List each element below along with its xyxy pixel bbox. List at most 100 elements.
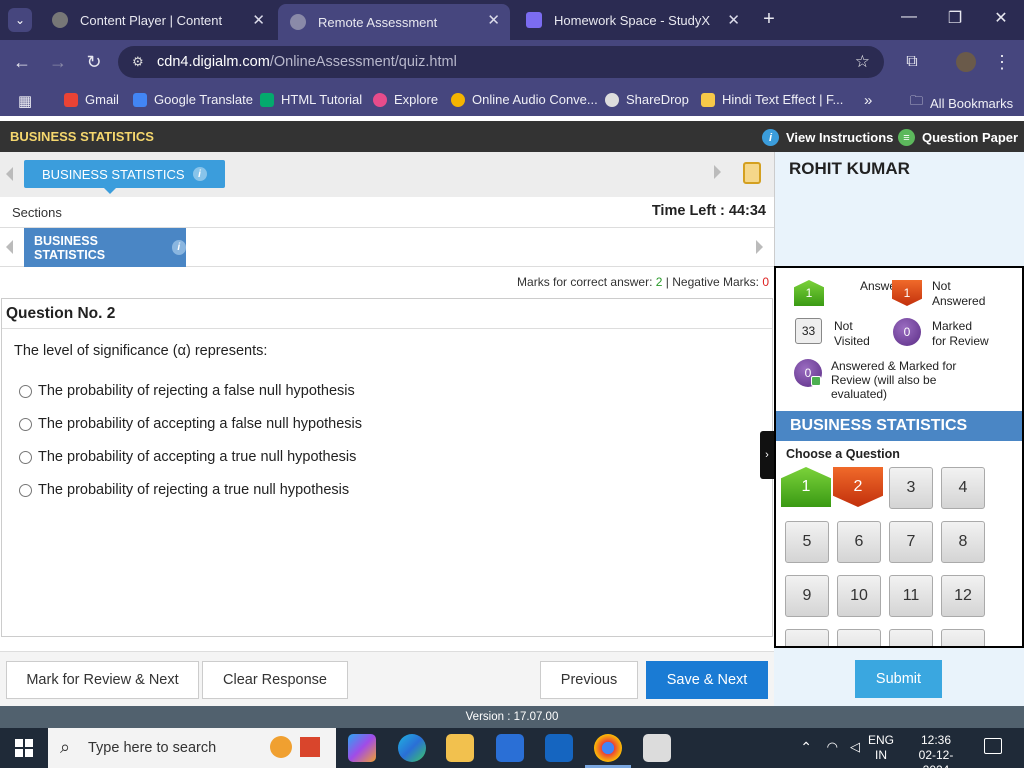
section-scroll-right-icon[interactable] <box>714 165 721 179</box>
close-tab-icon[interactable]: ✕ <box>487 11 500 29</box>
subsection-info-icon[interactable]: i <box>171 240 186 255</box>
palette-question-button[interactable]: 6 <box>837 521 881 563</box>
store-app-icon[interactable] <box>496 734 524 762</box>
previous-button[interactable]: Previous <box>540 661 638 699</box>
calculator-notepad-icon[interactable] <box>743 162 761 184</box>
close-tab-icon[interactable]: ✕ <box>727 11 740 29</box>
bookmark-label: Explore <box>394 92 439 107</box>
palette-question-button[interactable]: 10 <box>837 575 881 617</box>
bookmark-star-icon[interactable]: ☆ <box>855 52 870 72</box>
show-hidden-icons-icon[interactable]: ⌃ <box>800 739 812 756</box>
section-info-icon[interactable]: i <box>192 167 207 181</box>
network-icon[interactable]: ◠ <box>827 739 838 755</box>
taskbar-search-box[interactable]: ⌕ Type here to search <box>48 728 336 768</box>
option-2[interactable]: The probability of accepting a false nul… <box>19 416 362 432</box>
option-3[interactable]: The probability of accepting a true null… <box>19 449 356 465</box>
profile-avatar[interactable] <box>956 52 976 72</box>
clear-response-button[interactable]: Clear Response <box>202 661 348 699</box>
browser-tab-content-player[interactable]: Content Player | Content ✕ <box>40 4 275 36</box>
bookmark-gmail[interactable]: Gmail <box>64 92 119 107</box>
mark-review-next-button[interactable]: Mark for Review & Next <box>6 661 199 699</box>
palette-question-button[interactable]: 3 <box>889 467 933 509</box>
all-bookmarks-folder[interactable]: 🗀 All Bookmarks <box>910 92 1013 114</box>
palette-question-button[interactable]: 1 <box>781 467 831 507</box>
not-answered-label-1: Not <box>932 279 951 293</box>
palette-question-button-partial[interactable] <box>837 629 881 646</box>
bookmark-sharedrop[interactable]: ShareDrop <box>605 92 689 107</box>
address-bar[interactable]: ⚙ cdn4.digialm.com/OnlineAssessment/quiz… <box>118 46 884 78</box>
option-1[interactable]: The probability of rejecting a false nul… <box>19 383 355 399</box>
bookmark-hindi-text-effect[interactable]: Hindi Text Effect | F... <box>701 92 843 107</box>
save-next-button[interactable]: Save & Next <box>646 661 768 699</box>
palette-question-button-partial[interactable] <box>785 629 829 646</box>
gift-icon <box>300 737 320 757</box>
submit-button[interactable]: Submit <box>855 660 942 698</box>
back-icon[interactable]: ← <box>10 50 34 74</box>
file-explorer-app-icon[interactable] <box>446 734 474 762</box>
tab-search-button[interactable]: ⌄ <box>8 8 32 32</box>
palette-question-button[interactable]: 11 <box>889 575 933 617</box>
browser-tab-remote-assessment[interactable]: Remote Assessment ✕ <box>278 4 510 40</box>
palette-question-button[interactable]: 7 <box>889 521 933 563</box>
forward-icon[interactable]: → <box>46 50 70 74</box>
bookmark-label: Gmail <box>85 92 119 107</box>
collapse-panel-button[interactable]: › <box>760 431 774 479</box>
palette-question-button[interactable]: 5 <box>785 521 829 563</box>
option-radio[interactable] <box>19 483 32 497</box>
minimize-window-button[interactable]: — <box>894 8 924 32</box>
option-radio[interactable] <box>19 450 32 464</box>
subsection-tab-business-statistics[interactable]: BUSINESS STATISTICS i <box>24 228 186 267</box>
marked-label-2: for Review <box>932 334 989 348</box>
palette-question-button-partial[interactable] <box>941 629 985 646</box>
restore-window-button[interactable]: ❐ <box>940 8 970 32</box>
exam-app-icon[interactable] <box>643 734 671 762</box>
palette-question-button[interactable]: 4 <box>941 467 985 509</box>
outlook-app-icon[interactable] <box>545 734 573 762</box>
apps-grid-icon[interactable]: ▦ <box>18 92 32 110</box>
clock[interactable]: 12:36 02-12-2024 <box>906 733 966 778</box>
windows-start-button[interactable] <box>0 728 48 768</box>
palette-question-button[interactable]: 12 <box>941 575 985 617</box>
palette-question-button[interactable]: 2 <box>833 467 883 507</box>
chrome-app-icon[interactable] <box>594 734 622 762</box>
bookmark-html-tutorial[interactable]: HTML Tutorial <box>260 92 362 107</box>
option-radio[interactable] <box>19 417 32 431</box>
subsection-scroll-right-icon[interactable] <box>756 240 763 254</box>
tab-label: Content Player | Content <box>80 12 223 28</box>
section-tab-label: BUSINESS STATISTICS <box>42 166 185 182</box>
browser-tab-studyx[interactable]: Homework Space - StudyX ✕ <box>514 4 750 36</box>
option-radio[interactable] <box>19 384 32 398</box>
close-tab-icon[interactable]: ✕ <box>252 11 265 29</box>
subsection-scroll-left-icon[interactable] <box>6 240 13 254</box>
explore-icon <box>373 92 387 107</box>
more-bookmarks-icon[interactable]: » <box>864 92 872 109</box>
question-paper-link[interactable]: ≡ Question Paper <box>898 129 1018 146</box>
chrome-menu-icon[interactable]: ⋮ <box>990 50 1014 74</box>
bookmark-explore[interactable]: Explore <box>373 92 438 107</box>
question-paper-icon: ≡ <box>898 129 915 146</box>
submit-area: Submit <box>774 648 1024 706</box>
extensions-icon[interactable]: ⧉ <box>900 50 924 74</box>
palette-question-button[interactable]: 8 <box>941 521 985 563</box>
option-4[interactable]: The probability of rejecting a true null… <box>19 482 349 498</box>
palette-question-button-partial[interactable] <box>889 629 933 646</box>
question-paper-label: Question Paper <box>922 130 1019 145</box>
copilot-app-icon[interactable] <box>348 734 376 762</box>
view-instructions-link[interactable]: i View Instructions <box>762 129 893 146</box>
notifications-icon[interactable] <box>984 738 1002 754</box>
site-info-icon[interactable]: ⚙ <box>132 54 144 70</box>
section-scroll-left-icon[interactable] <box>6 167 13 181</box>
search-icon: ⌕ <box>60 737 71 757</box>
bookmark-google-translate[interactable]: Google Translate <box>133 92 253 107</box>
language-indicator[interactable]: ENG IN <box>868 733 894 763</box>
palette-question-button[interactable]: 9 <box>785 575 829 617</box>
right-panel: ROHIT KUMAR 1 Answered 1 Not Answered 33… <box>774 152 1024 706</box>
new-tab-button[interactable]: + <box>754 8 784 32</box>
close-window-button[interactable]: ✕ <box>986 8 1016 32</box>
reload-icon[interactable]: ↻ <box>82 50 106 74</box>
section-tab-business-statistics[interactable]: BUSINESS STATISTICS i <box>24 160 225 194</box>
edge-app-icon[interactable] <box>398 734 426 762</box>
bookmark-label: HTML Tutorial <box>281 92 363 107</box>
volume-muted-icon[interactable]: ◁ <box>850 739 860 755</box>
bookmark-online-audio[interactable]: Online Audio Conve... <box>451 92 598 107</box>
